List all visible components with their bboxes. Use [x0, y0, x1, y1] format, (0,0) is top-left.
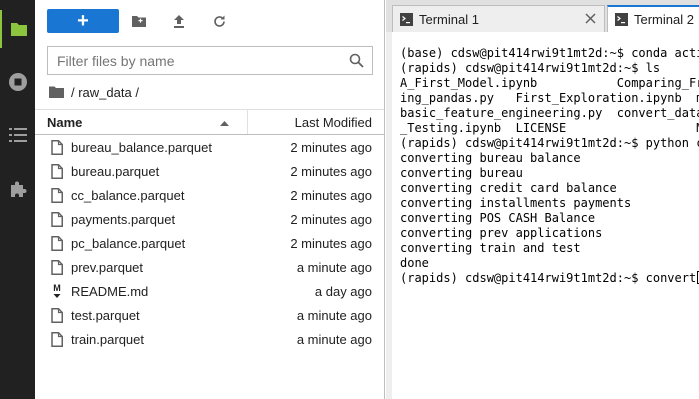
- file-row[interactable]: prev.parquet a minute ago: [35, 255, 384, 279]
- filter-box: [47, 46, 373, 75]
- file-icon: [35, 235, 71, 251]
- terminal-line: ing_pandas.py First_Exploration.ipynb mi: [400, 91, 699, 105]
- file-modified: 2 minutes ago: [290, 235, 372, 251]
- file-browser-tab[interactable]: [0, 10, 35, 48]
- terminal-prompt: (rapids) cdsw@pit414rwi9t1mt2d:~$ conver…: [400, 271, 697, 285]
- file-row[interactable]: bureau_balance.parquet 2 minutes ago: [35, 135, 384, 159]
- tab-bar: Terminal 1 Terminal 2: [386, 0, 699, 32]
- file-modified: a minute ago: [296, 331, 372, 347]
- tab-terminal-2[interactable]: Terminal 2: [607, 5, 699, 32]
- file-browser-panel: + / raw_data / Name Last Modified bureau…: [35, 0, 385, 399]
- terminal-prompt-line: (rapids) cdsw@pit414rwi9t1mt2d:~$ conver…: [400, 271, 699, 286]
- breadcrumb: / raw_data /: [49, 83, 139, 101]
- terminal-line: (rapids) cdsw@pit414rwi9t1mt2d:~$ python…: [400, 136, 699, 150]
- command-palette-tab[interactable]: [0, 116, 35, 154]
- file-listing: bureau_balance.parquet 2 minutes ago burea…: [35, 135, 384, 351]
- new-folder-button[interactable]: [119, 9, 159, 33]
- tab-terminal-1[interactable]: Terminal 1: [392, 5, 605, 32]
- modified-column-header[interactable]: Last Modified: [248, 115, 384, 130]
- upload-icon: [174, 14, 184, 28]
- terminal-line: basic_feature_engineering.py convert_dat…: [400, 106, 699, 120]
- terminal-icon: [615, 13, 628, 26]
- extension-puzzle-icon: [10, 181, 26, 197]
- file-name: train.parquet: [71, 331, 144, 347]
- terminal-line: converting POS CASH Balance: [400, 211, 596, 225]
- svg-text:M: M: [53, 283, 61, 293]
- file-icon: [35, 211, 71, 227]
- file-name: cc_balance.parquet: [71, 187, 185, 203]
- refresh-icon: [213, 15, 225, 27]
- terminal-icon: [400, 12, 413, 26]
- upload-button[interactable]: [159, 9, 199, 33]
- file-name: pc_balance.parquet: [71, 235, 186, 251]
- terminal-line: _Testing.ipynb LICENSE Mi: [400, 121, 699, 135]
- file-modified: 2 minutes ago: [290, 139, 372, 155]
- terminal-line: converting installments payments: [400, 196, 632, 210]
- terminal-output[interactable]: (base) cdsw@pit414rwi9t1mt2d:~$ conda ac…: [392, 32, 699, 399]
- file-row[interactable]: payments.parquet 2 minutes ago: [35, 207, 384, 231]
- sort-ascending-icon: [220, 121, 229, 126]
- file-modified: 2 minutes ago: [290, 163, 372, 179]
- new-launcher-button[interactable]: +: [47, 9, 119, 33]
- file-browser-toolbar: +: [47, 9, 239, 33]
- terminal-line: converting train and test: [400, 241, 581, 255]
- terminal-line: (base) cdsw@pit414rwi9t1mt2d:~$ conda ac…: [400, 46, 699, 60]
- terminal-line: converting bureau balance: [400, 151, 581, 165]
- activity-bar: [0, 0, 35, 399]
- file-name: test.parquet: [71, 307, 140, 323]
- file-modified: 2 minutes ago: [290, 211, 372, 227]
- terminal-line: done: [400, 256, 429, 270]
- file-icon: [35, 331, 71, 347]
- breadcrumb-path[interactable]: / raw_data /: [71, 85, 139, 100]
- file-row[interactable]: test.parquet a minute ago: [35, 303, 384, 327]
- file-modified: a day ago: [314, 283, 372, 299]
- terminal-line: (rapids) cdsw@pit414rwi9t1mt2d:~$ ls: [400, 61, 661, 75]
- file-row[interactable]: M README.md a day ago: [35, 279, 384, 303]
- stop-circle-icon: [8, 73, 27, 91]
- list-icon: [8, 128, 27, 142]
- file-icon: [35, 307, 71, 323]
- file-row[interactable]: train.parquet a minute ago: [35, 327, 384, 351]
- new-folder-icon: [132, 16, 146, 27]
- terminal-line: converting credit card balance: [400, 181, 617, 195]
- file-modified: 2 minutes ago: [290, 187, 372, 203]
- file-name: README.md: [71, 283, 149, 299]
- extensions-tab[interactable]: [0, 170, 35, 208]
- name-column-header[interactable]: Name: [35, 110, 248, 134]
- search-icon: [349, 53, 364, 68]
- file-name: bureau_balance.parquet: [71, 139, 212, 155]
- markdown-icon: M: [35, 283, 71, 299]
- refresh-button[interactable]: [199, 9, 239, 33]
- filter-input[interactable]: [57, 52, 337, 69]
- terminal-lines: (base) cdsw@pit414rwi9t1mt2d:~$ conda ac…: [400, 46, 699, 286]
- running-sessions-tab[interactable]: [0, 63, 35, 101]
- folder-icon[interactable]: [49, 86, 64, 98]
- file-row[interactable]: cc_balance.parquet 2 minutes ago: [35, 183, 384, 207]
- file-modified: a minute ago: [296, 259, 372, 275]
- file-icon: [35, 163, 71, 179]
- file-name: prev.parquet: [71, 259, 144, 275]
- folder-icon: [10, 23, 27, 36]
- file-icon: [35, 259, 71, 275]
- file-row[interactable]: bureau.parquet 2 minutes ago: [35, 159, 384, 183]
- listing-header: Name Last Modified: [35, 109, 384, 135]
- terminal-line: A_First_Model.ipynb Comparing_Fra: [400, 76, 699, 90]
- file-icon: [35, 187, 71, 203]
- file-modified: a minute ago: [296, 307, 372, 323]
- file-name: payments.parquet: [71, 211, 176, 227]
- file-row[interactable]: pc_balance.parquet 2 minutes ago: [35, 231, 384, 255]
- file-icon: [35, 139, 71, 155]
- file-name: bureau.parquet: [71, 163, 160, 179]
- terminal-line: converting prev applications: [400, 226, 603, 240]
- terminal-line: converting bureau: [400, 166, 523, 180]
- close-icon[interactable]: [585, 13, 596, 24]
- terminal-dock: Terminal 1 Terminal 2 (base) cdsw@pit414…: [386, 0, 699, 399]
